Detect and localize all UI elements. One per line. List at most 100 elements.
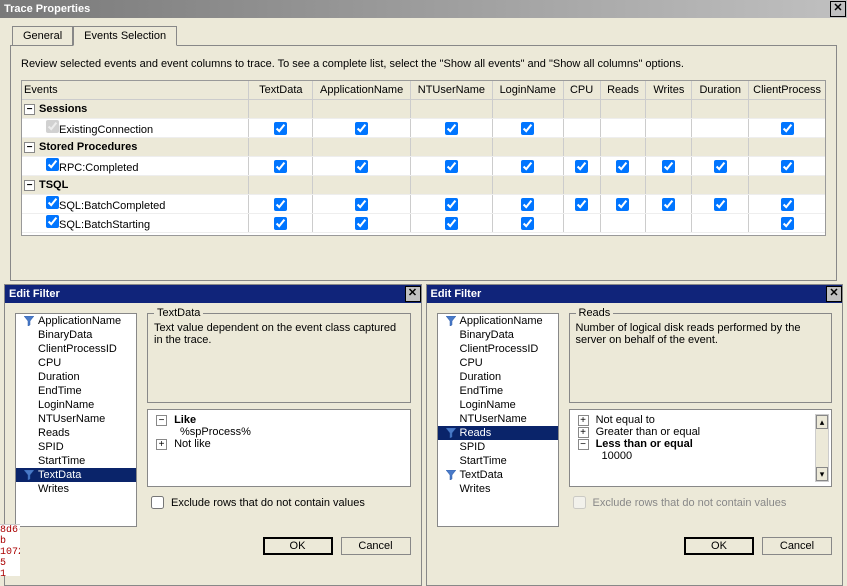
column-item[interactable]: StartTime	[16, 454, 136, 468]
grid-row[interactable]: ExistingConnection	[22, 119, 825, 138]
tree-item[interactable]: + Not like	[152, 438, 406, 450]
col-header-reads[interactable]: Reads	[601, 81, 647, 99]
column-item[interactable]: Duration	[438, 370, 558, 384]
close-icon[interactable]: ✕	[830, 1, 846, 17]
col-header-events[interactable]: Events	[22, 81, 249, 99]
column-item[interactable]: ClientProcessID	[16, 342, 136, 356]
column-item[interactable]: EndTime	[438, 384, 558, 398]
column-item[interactable]: SPID	[438, 440, 558, 454]
expander-icon[interactable]: +	[578, 427, 589, 438]
tree-item[interactable]: + Not equal to	[574, 414, 828, 426]
col-header-login[interactable]: LoginName	[493, 81, 564, 99]
col-header-textdata[interactable]: TextData	[249, 81, 313, 99]
column-item[interactable]: LoginName	[438, 398, 558, 412]
cell-checkbox[interactable]	[616, 160, 629, 173]
column-item[interactable]: CPU	[438, 356, 558, 370]
col-header-clientproc[interactable]: ClientProcess	[749, 81, 825, 99]
column-item[interactable]: SPID	[16, 440, 136, 454]
expander-icon[interactable]: −	[24, 104, 35, 115]
cell-checkbox[interactable]	[521, 160, 534, 173]
column-item[interactable]: TextData	[16, 468, 136, 482]
criteria-tree[interactable]: + Not equal to+ Greater than or equal− L…	[569, 409, 833, 487]
expander-icon[interactable]: −	[156, 415, 167, 426]
cancel-button[interactable]: Cancel	[762, 537, 832, 555]
tree-value[interactable]: %spProcess%	[152, 426, 406, 438]
ok-button[interactable]: OK	[684, 537, 754, 555]
column-item[interactable]: Reads	[438, 426, 558, 440]
cell-checkbox[interactable]	[521, 198, 534, 211]
expander-icon[interactable]: −	[24, 180, 35, 191]
col-header-appname[interactable]: ApplicationName	[313, 81, 411, 99]
col-header-writes[interactable]: Writes	[646, 81, 692, 99]
tree-item[interactable]: − Like	[152, 414, 406, 426]
column-list[interactable]: ApplicationNameBinaryDataClientProcessID…	[15, 313, 137, 527]
cell-checkbox[interactable]	[445, 217, 458, 230]
column-item[interactable]: StartTime	[438, 454, 558, 468]
grid-row[interactable]: SQL:BatchCompleted	[22, 195, 825, 214]
cell-checkbox[interactable]	[781, 160, 794, 173]
ok-button[interactable]: OK	[263, 537, 333, 555]
column-item[interactable]: CPU	[16, 356, 136, 370]
cell-checkbox[interactable]	[575, 198, 588, 211]
cell-checkbox[interactable]	[274, 198, 287, 211]
grid-row[interactable]: SQL:BatchStarting	[22, 214, 825, 233]
cell-checkbox[interactable]	[781, 217, 794, 230]
expander-icon[interactable]: +	[578, 415, 589, 426]
cell-checkbox[interactable]	[274, 160, 287, 173]
cell-checkbox[interactable]	[521, 217, 534, 230]
tab-general[interactable]: General	[12, 26, 73, 46]
criteria-tree[interactable]: − Like%spProcess%+ Not like	[147, 409, 411, 487]
scrollbar[interactable]: ▴▾	[815, 414, 829, 482]
cell-checkbox[interactable]	[714, 198, 727, 211]
cancel-button[interactable]: Cancel	[341, 537, 411, 555]
scroll-up-icon[interactable]: ▴	[816, 415, 828, 429]
cell-checkbox[interactable]	[355, 122, 368, 135]
column-item[interactable]: Writes	[16, 482, 136, 496]
column-item[interactable]: ClientProcessID	[438, 342, 558, 356]
event-checkbox[interactable]	[46, 158, 59, 171]
cell-checkbox[interactable]	[355, 217, 368, 230]
grid-row[interactable]: RPC:Completed	[22, 157, 825, 176]
col-header-ntuser[interactable]: NTUserName	[411, 81, 493, 99]
cell-checkbox[interactable]	[445, 160, 458, 173]
column-item[interactable]: TextData	[438, 468, 558, 482]
cell-checkbox[interactable]	[445, 198, 458, 211]
column-item[interactable]: Reads	[16, 426, 136, 440]
col-header-cpu[interactable]: CPU	[564, 81, 601, 99]
col-header-duration[interactable]: Duration	[692, 81, 749, 99]
cell-checkbox[interactable]	[274, 217, 287, 230]
event-checkbox[interactable]	[46, 120, 59, 133]
close-icon[interactable]: ✕	[826, 286, 842, 302]
close-icon[interactable]: ✕	[405, 286, 421, 302]
cell-checkbox[interactable]	[781, 198, 794, 211]
cell-checkbox[interactable]	[662, 198, 675, 211]
cell-checkbox[interactable]	[616, 198, 629, 211]
cell-checkbox[interactable]	[714, 160, 727, 173]
cell-checkbox[interactable]	[355, 160, 368, 173]
column-item[interactable]: BinaryData	[438, 328, 558, 342]
cell-checkbox[interactable]	[662, 160, 675, 173]
tab-events-selection[interactable]: Events Selection	[73, 26, 177, 46]
tree-item[interactable]: − Less than or equal	[574, 438, 828, 450]
event-checkbox[interactable]	[46, 215, 59, 228]
event-checkbox[interactable]	[46, 196, 59, 209]
cell-checkbox[interactable]	[274, 122, 287, 135]
column-list[interactable]: ApplicationNameBinaryDataClientProcessID…	[437, 313, 559, 527]
expander-icon[interactable]: −	[578, 439, 589, 450]
column-item[interactable]: NTUserName	[16, 412, 136, 426]
tree-value[interactable]: 10000	[574, 450, 828, 462]
column-item[interactable]: BinaryData	[16, 328, 136, 342]
expander-icon[interactable]: +	[156, 439, 167, 450]
column-item[interactable]: ApplicationName	[16, 314, 136, 328]
cell-checkbox[interactable]	[781, 122, 794, 135]
exclude-checkbox[interactable]	[151, 496, 164, 509]
scroll-down-icon[interactable]: ▾	[816, 467, 828, 481]
column-item[interactable]: ApplicationName	[438, 314, 558, 328]
cell-checkbox[interactable]	[521, 122, 534, 135]
expander-icon[interactable]: −	[24, 142, 35, 153]
cell-checkbox[interactable]	[355, 198, 368, 211]
column-item[interactable]: EndTime	[16, 384, 136, 398]
column-item[interactable]: LoginName	[16, 398, 136, 412]
column-item[interactable]: NTUserName	[438, 412, 558, 426]
column-item[interactable]: Duration	[16, 370, 136, 384]
